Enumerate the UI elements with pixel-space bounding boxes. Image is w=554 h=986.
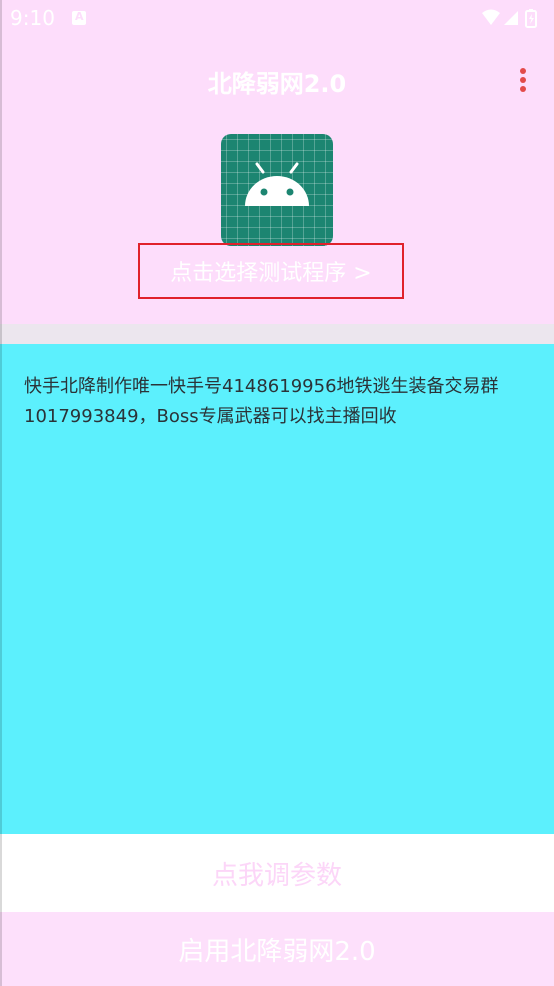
enable-label: 启用北降弱网2.0: [178, 936, 376, 967]
info-text: 快手北降制作唯一快手号4148619956地铁逃生装备交易群1017993849…: [24, 376, 499, 427]
status-bar: 9:10 A: [0, 0, 554, 36]
wifi-icon: [482, 9, 500, 25]
select-test-app-link[interactable]: 点击选择测试程序 >: [138, 243, 404, 299]
android-icon[interactable]: [221, 134, 333, 246]
adjust-params-label: 点我调参数: [211, 860, 342, 891]
select-test-app-label: 点击选择测试程序 >: [170, 261, 372, 286]
signal-icon: [504, 11, 518, 25]
a-notification-icon: A: [72, 10, 86, 25]
battery-icon: [525, 9, 537, 28]
info-panel: 快手北降制作唯一快手号4148619956地铁逃生装备交易群1017993849…: [0, 344, 554, 834]
status-time: 9:10: [10, 6, 55, 30]
enable-button[interactable]: 启用北降弱网2.0: [0, 912, 554, 986]
more-vertical-icon[interactable]: [518, 68, 528, 94]
divider: [0, 324, 554, 344]
adjust-params-button[interactable]: 点我调参数: [0, 834, 554, 912]
window-edge: [0, 0, 2, 986]
app-title: 北降弱网2.0: [207, 70, 347, 98]
status-icons: [480, 7, 544, 29]
